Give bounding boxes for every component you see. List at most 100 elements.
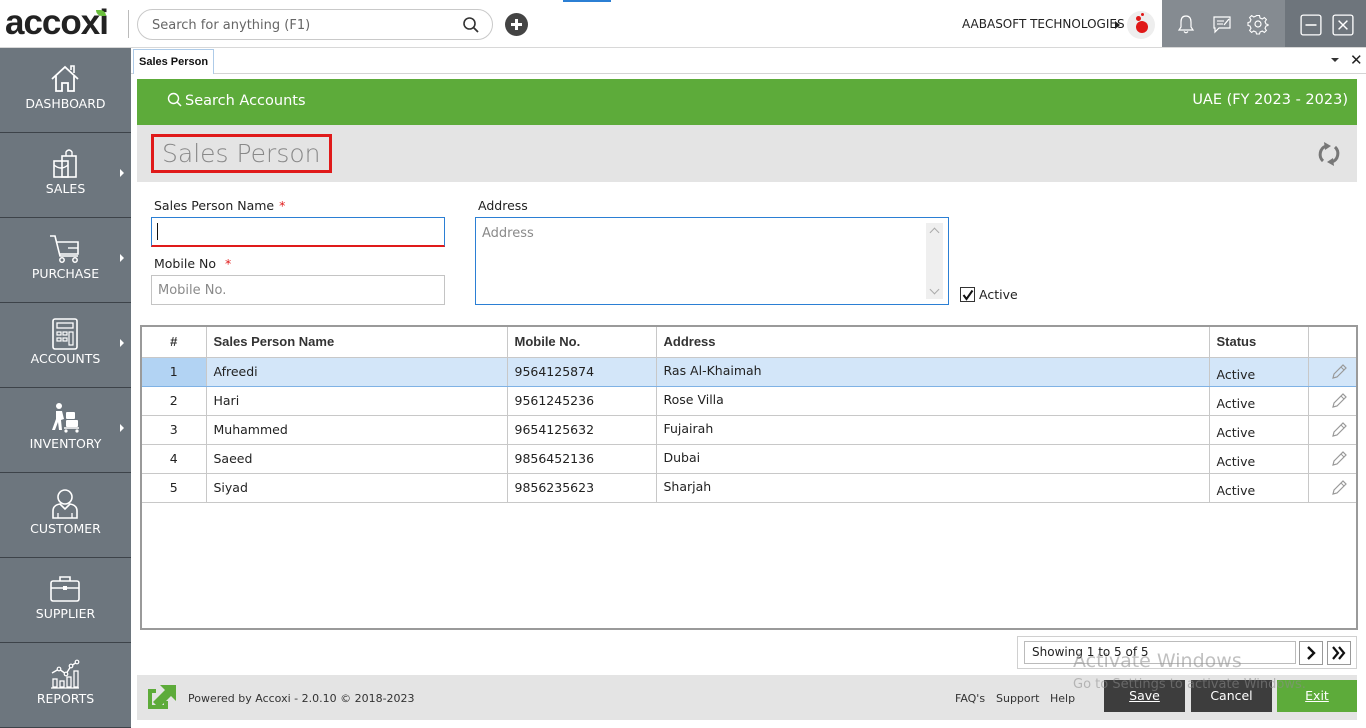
sidebar: DASHBOARD SALES PURCHASE ACCOUNTS INVENT… [0,48,131,728]
edit-pencil-icon[interactable] [1330,479,1348,497]
cell-status: Active [1209,444,1309,474]
powered-by-text: Powered by Accoxi - 2.0.10 © 2018-2023 [188,692,415,705]
cell-number: 3 [142,415,207,445]
edit-pencil-icon[interactable] [1330,421,1348,439]
cell-mobile: 9654125632 [507,415,657,445]
edit-pencil-icon[interactable] [1330,392,1348,410]
scroll-down-icon[interactable] [929,284,940,295]
cell-actions [1308,444,1356,474]
pagination-status: Showing 1 to 5 of 5 [1024,641,1296,664]
table-row[interactable]: 2 Hari 9561245236 Rose Villa Active [142,386,1356,416]
cancel-button[interactable]: Cancel [1191,680,1272,712]
save-button[interactable]: Save [1104,680,1185,712]
cell-number: 1 [142,357,207,387]
avatar-dot [1136,16,1141,21]
cell-address: Rose Villa [656,386,1210,416]
active-checkbox[interactable] [960,287,975,302]
sidebar-item-reports[interactable]: REPORTS [0,643,131,728]
cell-status: Active [1209,473,1309,503]
sidebar-item-supplier[interactable]: SUPPLIER [0,558,131,643]
gear-icon[interactable] [1247,13,1269,35]
cell-address: Sharjah [656,473,1210,503]
search-accounts-link[interactable]: Search Accounts [167,92,306,109]
global-search-input[interactable] [152,15,452,35]
tab-list-dropdown-icon[interactable] [1331,58,1339,62]
minimize-icon[interactable] [1300,14,1322,36]
cell-mobile: 9856235623 [507,473,657,503]
company-name[interactable]: AABASOFT TECHNOLOGIES [962,17,1125,31]
app-logo: accoxi [5,4,109,42]
edit-pencil-icon[interactable] [1330,363,1348,381]
divider [128,10,129,38]
sidebar-item-accounts[interactable]: ACCOUNTS [0,303,131,388]
company-avatar[interactable] [1127,11,1155,39]
table-row[interactable]: 1 Afreedi 9564125874 Ras Al-Khaimah Acti… [142,357,1356,387]
column-header-status[interactable]: Status [1209,327,1309,358]
mobile-no-label: Mobile No * [154,256,231,271]
cell-name: Siyad [206,473,508,503]
company-caret-icon[interactable] [1115,21,1120,29]
close-icon[interactable] [1332,14,1354,36]
column-header-number[interactable]: # [142,327,207,358]
sidebar-item-dashboard[interactable]: DASHBOARD [0,48,131,133]
home-icon [51,65,79,92]
avatar-dot [1141,13,1144,16]
sales-person-name-input[interactable] [151,217,445,247]
sidebar-item-inventory[interactable]: INVENTORY [0,388,131,473]
sidebar-item-sales[interactable]: SALES [0,133,131,218]
table-row[interactable]: 4 Saeed 9856452136 Dubai Active [142,444,1356,474]
edit-pencil-icon[interactable] [1330,450,1348,468]
add-icon[interactable] [505,13,528,36]
message-icon[interactable] [1211,13,1233,35]
help-link[interactable]: Help [1050,692,1075,705]
exit-button[interactable]: Exit [1277,680,1357,712]
faq-link[interactable]: FAQ's [955,692,985,705]
active-label: Active [979,287,1018,302]
briefcase-icon [50,576,80,602]
column-header-name[interactable]: Sales Person Name [206,327,508,358]
cell-status: Active [1209,357,1309,387]
cell-mobile: 9561245236 [507,386,657,416]
window-controls [1285,0,1366,47]
fiscal-year-label: UAE (FY 2023 - 2023) [1192,92,1348,108]
calculator-icon [52,318,78,350]
cell-actions [1308,357,1356,387]
cell-name: Hari [206,386,508,416]
next-page-button[interactable] [1299,641,1323,665]
label-text: Mobile No [154,256,216,271]
column-header-actions [1308,327,1356,358]
sidebar-item-purchase[interactable]: PURCHASE [0,218,131,303]
cell-address: Dubai [656,444,1210,474]
support-link[interactable]: Support [996,692,1039,705]
cell-number: 2 [142,386,207,416]
sidebar-item-customer[interactable]: CUSTOMER [0,473,131,558]
mobile-no-input[interactable] [151,275,445,305]
tab-close-icon[interactable]: ✕ [1350,51,1363,69]
cell-number: 4 [142,444,207,474]
table-row[interactable]: 3 Muhammed 9654125632 Fujairah Active [142,415,1356,445]
column-header-mobile[interactable]: Mobile No. [507,327,657,358]
accoxi-logo-icon [148,685,176,709]
avatar-dot [1136,21,1148,33]
search-icon[interactable] [462,16,480,34]
tools-panel [1162,0,1285,47]
global-search[interactable] [137,9,493,40]
cell-mobile: 9856452136 [507,444,657,474]
address-textarea[interactable] [475,217,949,305]
nav-label: PURCHASE [31,266,100,281]
last-page-button[interactable] [1327,641,1351,665]
refresh-icon[interactable] [1314,139,1344,169]
chart-icon [51,659,80,689]
column-header-address[interactable]: Address [656,327,1210,358]
table-row[interactable]: 5 Siyad 9856235623 Sharjah Active [142,473,1356,503]
tab-strip: Sales Person ✕ [131,48,1366,74]
submenu-arrow-icon [120,339,124,347]
address-scrollbar[interactable] [926,223,943,299]
tab-sales-person[interactable]: Sales Person [133,49,215,74]
text-cursor [157,223,158,240]
bell-icon[interactable] [1175,13,1197,35]
scroll-up-icon[interactable] [929,227,940,238]
nav-label: REPORTS [36,691,95,706]
cell-address: Fujairah [656,415,1210,445]
cell-status: Active [1209,386,1309,416]
